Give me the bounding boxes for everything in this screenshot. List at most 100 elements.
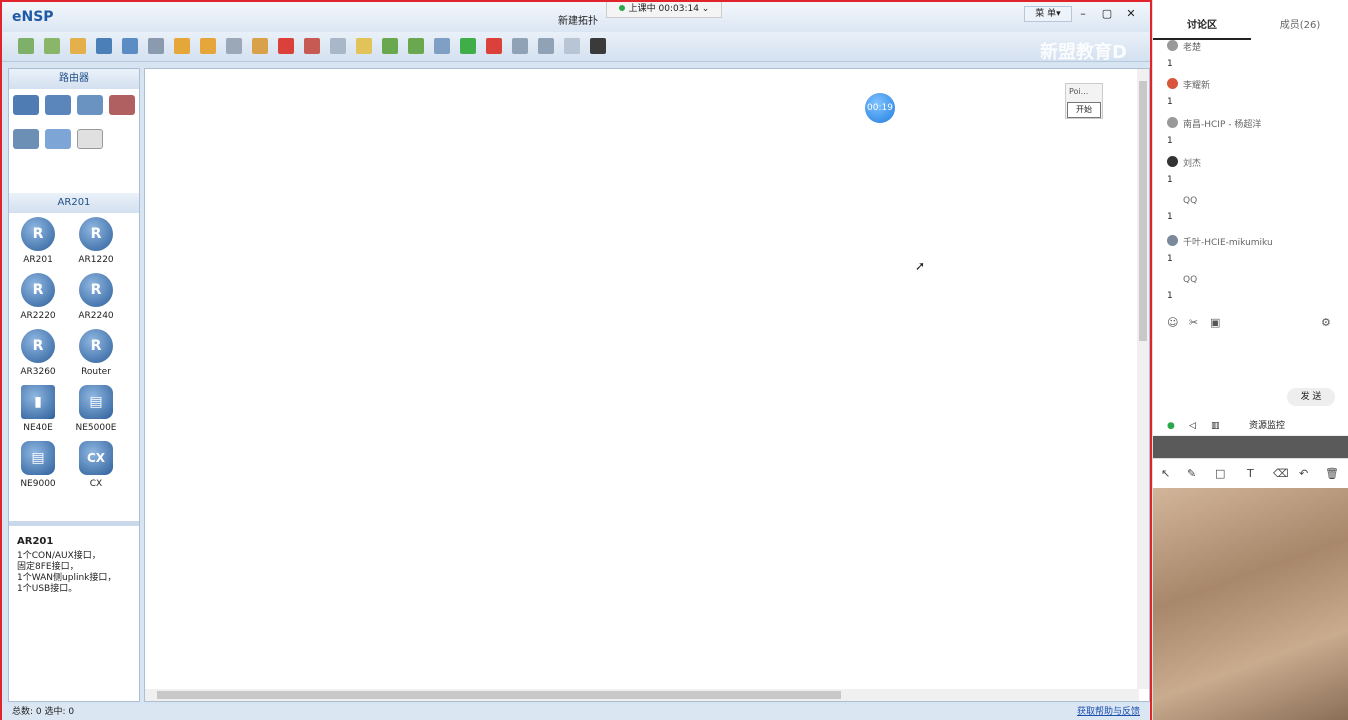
- eraser-icon[interactable]: ⌫: [1273, 467, 1289, 480]
- minimize-button[interactable]: –: [1072, 6, 1094, 22]
- save-as-icon[interactable]: [122, 38, 138, 54]
- cloud-category-icon[interactable]: [45, 129, 71, 149]
- device-ne5000e[interactable]: ▤ NE5000E: [67, 385, 125, 441]
- pc-category-icon[interactable]: [13, 129, 39, 149]
- text-icon[interactable]: T: [1247, 467, 1254, 480]
- delete-icon[interactable]: [278, 38, 294, 54]
- capture-icon[interactable]: [512, 38, 528, 54]
- stack-icon: ▤: [79, 385, 113, 419]
- chart-icon[interactable]: ▥: [1211, 416, 1220, 436]
- new-topology-icon[interactable]: [44, 38, 60, 54]
- device-label: AR2220: [20, 311, 56, 321]
- rectangle-icon[interactable]: □: [1215, 467, 1225, 480]
- scissors-icon[interactable]: ✂: [1189, 316, 1198, 329]
- firewall-category-icon[interactable]: [109, 95, 135, 115]
- start-button[interactable]: 开始: [1067, 102, 1101, 118]
- trash-icon[interactable]: 🗑: [1325, 467, 1339, 480]
- send-button[interactable]: 发 送: [1287, 388, 1335, 406]
- device-panel: 路由器 AR201 R AR201 R AR1220 R AR2220 R AR2240…: [8, 68, 140, 702]
- category-header: 路由器: [9, 69, 139, 89]
- tab-members[interactable]: 成员(26): [1251, 12, 1348, 40]
- wlan-category-icon[interactable]: [77, 95, 103, 115]
- chat-message: 刘杰 1: [1167, 156, 1343, 185]
- message-content: 1: [1167, 59, 1173, 69]
- switch-category-icon[interactable]: [45, 95, 71, 115]
- device-ar2240[interactable]: R AR2240: [67, 273, 125, 329]
- resource-monitor-label: 资源监控: [1249, 421, 1286, 431]
- router-icon: R: [79, 217, 113, 251]
- rectangle-icon[interactable]: [356, 38, 372, 54]
- device-ne9000[interactable]: ▤ NE9000: [9, 441, 67, 497]
- open-icon[interactable]: [70, 38, 86, 54]
- device-router[interactable]: R Router: [67, 329, 125, 385]
- close-button[interactable]: ✕: [1120, 6, 1142, 22]
- stop-all-icon[interactable]: [486, 38, 502, 54]
- undo-icon[interactable]: [174, 38, 190, 54]
- maximize-button[interactable]: ▢: [1096, 6, 1118, 22]
- vertical-scrollbar[interactable]: [1137, 69, 1149, 689]
- message-content: 1: [1167, 254, 1173, 264]
- link-category-icon[interactable]: [77, 129, 103, 149]
- pen-icon[interactable]: ✎: [1187, 467, 1196, 480]
- new-file-icon[interactable]: [18, 38, 34, 54]
- scroll-thumb[interactable]: [157, 691, 841, 699]
- mic-icon[interactable]: ●: [1167, 416, 1175, 436]
- save-icon[interactable]: [96, 38, 112, 54]
- zoom-out-icon[interactable]: [408, 38, 424, 54]
- device-ar1220[interactable]: R AR1220: [67, 217, 125, 273]
- zoom-in-icon[interactable]: [382, 38, 398, 54]
- chat-message: 老楚 1: [1167, 40, 1343, 69]
- device-ne40e[interactable]: ▮ NE40E: [9, 385, 67, 441]
- speaker-icon[interactable]: ◁: [1189, 416, 1196, 436]
- settings-icon[interactable]: ⚙: [1321, 316, 1331, 329]
- window-title: 新建拓扑: [558, 16, 598, 27]
- start-all-icon[interactable]: [460, 38, 476, 54]
- app-logo: eNSP: [12, 9, 54, 25]
- device-ar3260[interactable]: R AR3260: [9, 329, 67, 385]
- sender-name: QQ: [1183, 275, 1198, 285]
- pointer-icon[interactable]: ↖: [1161, 467, 1170, 480]
- screenshot-icon[interactable]: [590, 38, 606, 54]
- hand-icon[interactable]: [252, 38, 268, 54]
- print-icon[interactable]: [148, 38, 164, 54]
- scroll-thumb[interactable]: [1139, 81, 1147, 341]
- text-icon[interactable]: [330, 38, 346, 54]
- mouse-cursor-icon: ➚: [915, 259, 926, 273]
- horizontal-scrollbar[interactable]: [145, 689, 1139, 701]
- status-bar: 总数: 0 选中: 0 获取帮助与反馈: [2, 704, 1150, 720]
- live-status-bar[interactable]: 上课中 00:03:14 ⌄: [606, 2, 722, 18]
- redo-icon[interactable]: [200, 38, 216, 54]
- delete-link-icon[interactable]: [304, 38, 320, 54]
- emoji-icon[interactable]: ☺: [1167, 316, 1178, 329]
- router-icon: R: [21, 273, 55, 307]
- router-icon: R: [79, 273, 113, 307]
- router-icon: R: [79, 329, 113, 363]
- tab-discussion[interactable]: 讨论区: [1153, 12, 1251, 40]
- input-toolbar: ☺ ✂ ▣ ⚙: [1153, 316, 1348, 332]
- topology-icon[interactable]: [538, 38, 554, 54]
- menu-button[interactable]: 菜 单▾: [1024, 6, 1072, 22]
- help-link[interactable]: 获取帮助与反馈: [1077, 704, 1140, 720]
- device-label: AR1220: [78, 255, 114, 265]
- device-ar2220[interactable]: R AR2220: [9, 273, 67, 329]
- window-icon[interactable]: [564, 38, 580, 54]
- device-label: Router: [81, 367, 111, 377]
- select-icon[interactable]: [226, 38, 242, 54]
- device-label: CX: [89, 479, 103, 489]
- undo-icon[interactable]: ↶: [1299, 467, 1308, 480]
- live-dot-icon: [618, 5, 625, 11]
- device-cx[interactable]: CX CX: [67, 441, 125, 497]
- sender-name: 老楚: [1183, 43, 1202, 53]
- device-info-title: AR201: [17, 536, 54, 547]
- timer-badge[interactable]: 00:19: [865, 93, 895, 123]
- fit-icon[interactable]: [434, 38, 450, 54]
- title-bar: eNSP 新建拓扑 上课中 00:03:14 ⌄ 菜 单▾ – ▢ ✕: [2, 2, 1150, 32]
- router-category-icon[interactable]: [13, 95, 39, 115]
- device-label: AR2240: [78, 311, 114, 321]
- message-content: 1: [1167, 97, 1173, 107]
- device-ar201[interactable]: R AR201: [9, 217, 67, 273]
- resource-bar: ● ◁ ▥ 资源监控: [1153, 416, 1348, 436]
- sender-name: 千叶-HCIE-mikumiku: [1183, 238, 1273, 248]
- topology-canvas[interactable]: 00:19 Poi... 开始 ➚: [144, 68, 1150, 702]
- image-icon[interactable]: ▣: [1210, 316, 1220, 329]
